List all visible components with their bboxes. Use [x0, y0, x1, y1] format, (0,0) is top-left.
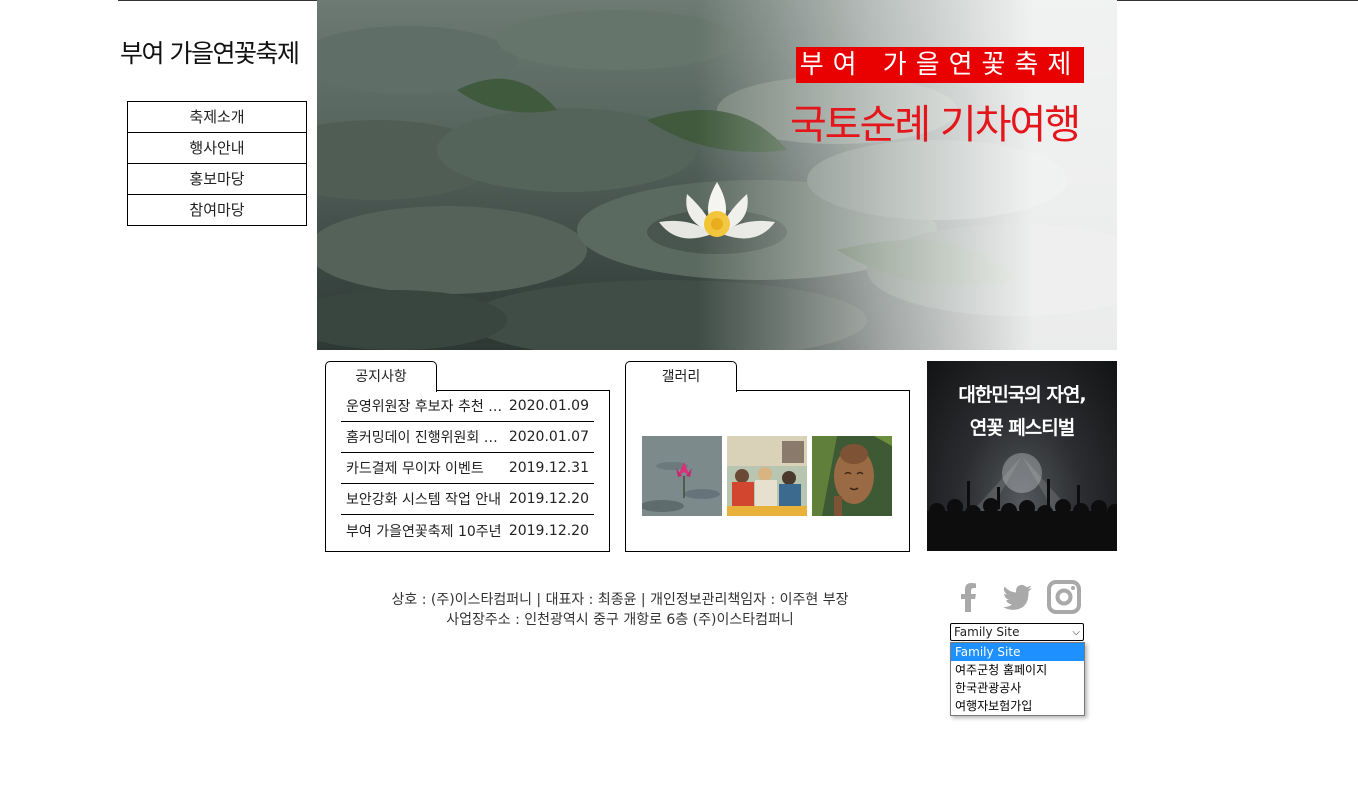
menu-item-promotion[interactable]: 홍보마당 [127, 163, 307, 195]
notice-date: 2020.01.07 [508, 429, 589, 445]
site-logo[interactable]: 부여 가을연꽃축제 [120, 34, 316, 70]
festival-promo-banner[interactable]: 대한민국의 자연, 연꽃 페스티벌 [927, 361, 1117, 551]
banner-line-1: 대한민국의 자연, [958, 384, 1086, 406]
family-site-option[interactable]: 여행자보험가입 [951, 697, 1084, 715]
banner-text: 대한민국의 자연, 연꽃 페스티벌 [927, 379, 1117, 445]
notice-title[interactable]: 보안강화 시스템 작업 안내 [346, 489, 509, 509]
notice-row[interactable]: 운영위원장 후보자 추천 안내 2020.01.09 [341, 391, 594, 422]
menu-item-participation[interactable]: 참여마당 [127, 194, 307, 226]
notice-title[interactable]: 부여 가을연꽃축제 10주년 [346, 521, 509, 541]
notice-title[interactable]: 운영위원장 후보자 추천 안내 [346, 396, 509, 416]
notice-title[interactable]: 홈커밍데이 진행위원회 모집 [346, 427, 509, 447]
notice-title[interactable]: 카드결제 무이자 이벤트 [346, 458, 509, 478]
family-site-dropdown: Family Site 여주군청 홈페이지 한국관광공사 여행자보험가입 [950, 642, 1085, 716]
facebook-icon[interactable] [952, 580, 986, 614]
notice-date: 2019.12.31 [508, 460, 589, 476]
gallery-thumb-lotus[interactable] [642, 436, 722, 516]
hero-banner-image: 부여 가을연꽃축제 국토순례 기차여행 [317, 0, 1117, 350]
hero-title: 국토순례 기차여행 [790, 102, 1081, 148]
notice-row[interactable]: 보안강화 시스템 작업 안내 2019.12.20 [341, 484, 594, 515]
menu-item-event-guide[interactable]: 행사안내 [127, 132, 307, 164]
main-menu: 축제소개 행사안내 홍보마당 참여마당 [127, 101, 307, 226]
family-site-option[interactable]: Family Site [951, 643, 1084, 661]
tab-notice[interactable]: 공지사항 [325, 361, 437, 392]
company-info-line-2: 사업장주소 : 인천광역시 중구 개항로 6층 (주)이스타컴퍼니 [446, 612, 794, 628]
family-site-option[interactable]: 한국관광공사 [951, 679, 1084, 697]
notice-date: 2019.12.20 [508, 522, 589, 539]
menu-item-festival-intro[interactable]: 축제소개 [127, 101, 307, 133]
gallery-thumb-buddha[interactable] [812, 436, 892, 516]
notice-row[interactable]: 부여 가을연꽃축제 10주년 2019.12.20 [341, 515, 594, 546]
banner-line-2: 연꽃 페스티벌 [969, 417, 1076, 439]
notice-row[interactable]: 카드결제 무이자 이벤트 2019.12.31 [341, 453, 594, 484]
instagram-icon[interactable] [1047, 580, 1081, 614]
family-site-select[interactable]: Family Site ⌵ [950, 623, 1084, 641]
company-info: 상호 : (주)이스타컴퍼니 | 대표자 : 최종윤 | 개인정보관리책임자 :… [300, 590, 940, 630]
hero-badge-title: 부여 가을연꽃축제 [796, 47, 1084, 83]
company-info-line-1: 상호 : (주)이스타컴퍼니 | 대표자 : 최종윤 | 개인정보관리책임자 :… [391, 592, 849, 608]
chevron-down-icon: ⌵ [1072, 627, 1080, 638]
family-site-option[interactable]: 여주군청 홈페이지 [951, 661, 1084, 679]
family-site-selected-value: Family Site [954, 625, 1020, 639]
twitter-icon[interactable] [1001, 580, 1035, 614]
notice-date: 2020.01.09 [508, 398, 589, 414]
tab-gallery[interactable]: 갤러리 [625, 361, 737, 392]
notice-date: 2019.12.20 [508, 491, 589, 507]
notice-row[interactable]: 홈커밍데이 진행위원회 모집 2020.01.07 [341, 422, 594, 453]
notice-list: 운영위원장 후보자 추천 안내 2020.01.09 홈커밍데이 진행위원회 모… [341, 391, 594, 546]
gallery-thumb-crowd[interactable] [727, 436, 807, 516]
